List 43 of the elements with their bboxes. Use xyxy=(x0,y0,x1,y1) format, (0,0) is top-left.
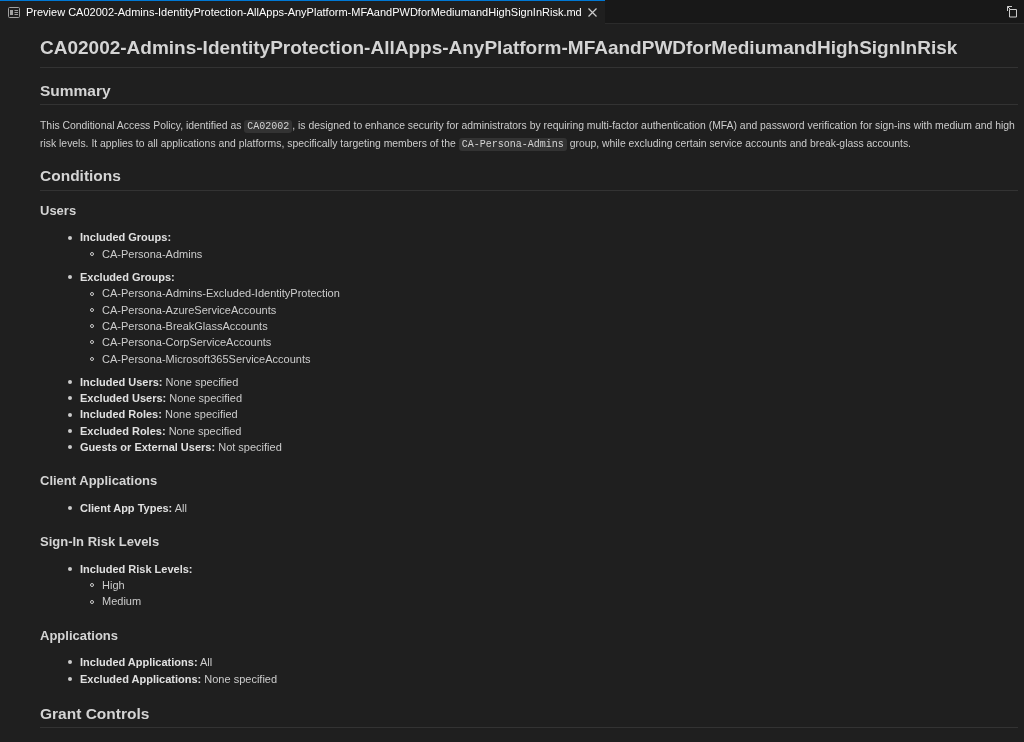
open-source-icon[interactable] xyxy=(1006,5,1018,18)
list-item-text: CA-Persona-CorpServiceAccounts xyxy=(102,335,272,351)
list-item-text: CA-Persona-Admins xyxy=(102,246,203,262)
list-item-text: Included Users: None specified xyxy=(80,374,239,390)
list-item-text: Excluded Groups: xyxy=(80,270,175,286)
bullet-icon xyxy=(68,380,72,384)
bullet-icon xyxy=(68,445,72,450)
preview-icon xyxy=(8,6,20,18)
summary-paragraph: This Conditional Access Policy, identified as CA02002 , is designed to enhance security for administrators by requiring multi-factor authentication (MFA) and password verification for sign-ins with medium and high risk levels. It applies to all applications and platforms, specifically targeting members of the CA-Persona-Admins group, while excluding certain service accounts and break-glass accounts. xyxy=(40,119,1016,154)
close-icon[interactable] xyxy=(587,7,597,17)
bullet-icon xyxy=(68,566,72,571)
bullet-icon xyxy=(68,235,72,240)
list-item-text: Excluded Applications: None specified xyxy=(80,671,278,687)
subsection-heading: Users xyxy=(40,202,78,219)
list-item-text: CA-Persona-AzureServiceAccounts xyxy=(102,302,277,318)
editor-tab[interactable]: Preview CA02002-Admins-IdentityProtection-AllApps-AnyPlatform-MFAandPWDforMediumandHighSignInRisk.md xyxy=(0,0,605,24)
list-item-text: Included Applications: All xyxy=(80,655,213,671)
list-item-text: CA-Persona-Microsoft365ServiceAccounts xyxy=(102,351,311,367)
list-item-text: Excluded Users: None specified xyxy=(80,391,243,407)
list-item-text: High xyxy=(102,578,125,594)
bullet-icon xyxy=(68,412,72,417)
subsection-heading: Client Applications xyxy=(40,473,159,489)
bullet-icon xyxy=(68,275,72,280)
list-item-text: CA-Persona-BreakGlassAccounts xyxy=(102,318,268,334)
list-item-text: Included Roles: None specified xyxy=(80,407,238,423)
document-title: CA02002-Admins-IdentityProtection-AllApps-AnyPlatform-MFAandPWDforMediumandHighSignInRisk xyxy=(40,36,1018,68)
bullet-icon xyxy=(68,396,72,401)
list-item-text: Included Risk Levels: xyxy=(80,561,193,577)
section-heading: Summary xyxy=(40,81,1018,106)
subsection-heading: Applications xyxy=(40,627,119,644)
list-item-text: Medium xyxy=(102,594,142,610)
bullet-icon xyxy=(68,676,72,681)
list-item-text: Included Groups: xyxy=(80,230,172,246)
list-item-text: Guests or External Users: Not specified xyxy=(80,440,282,456)
section-heading: Conditions xyxy=(40,167,1018,191)
list-item-text: Excluded Roles: None specified xyxy=(80,423,242,439)
bullet-icon xyxy=(68,506,72,511)
subsection-heading: Sign-In Risk Levels xyxy=(40,534,161,550)
section-heading: Grant Controls xyxy=(40,704,1018,729)
bullet-icon xyxy=(68,660,72,665)
bullet-icon xyxy=(68,428,72,433)
list-item-text: CA-Persona-Admins-Excluded-IdentityProtection xyxy=(102,286,340,302)
list-item-text: Client App Types: All xyxy=(80,500,187,516)
